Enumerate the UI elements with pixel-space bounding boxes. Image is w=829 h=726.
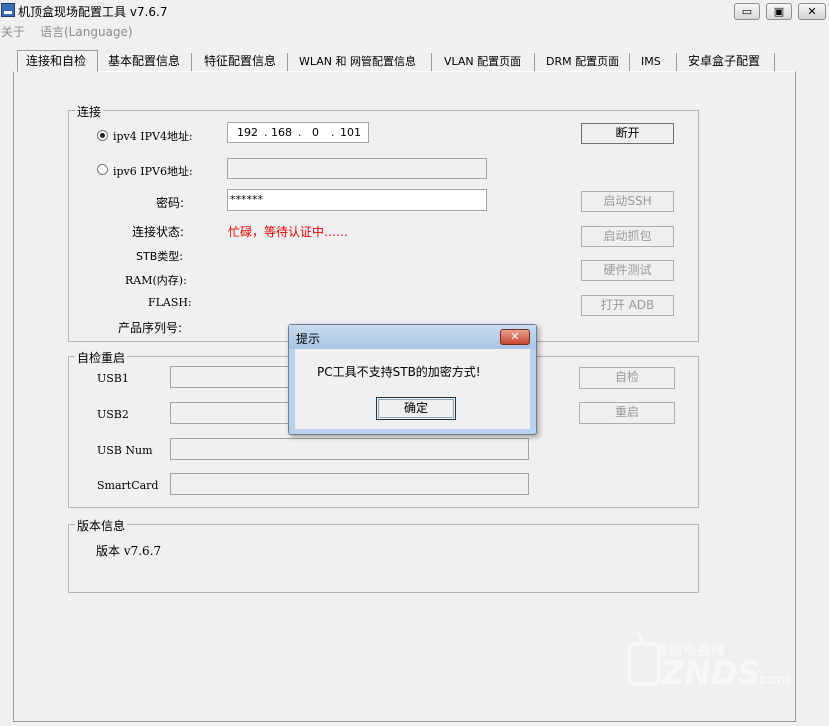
selftest-button[interactable]: 自检 xyxy=(579,367,675,389)
ipv4-octet-1: 192 xyxy=(237,126,258,139)
start-ssh-button[interactable]: 启动SSH xyxy=(581,191,674,212)
dialog-message: PC工具不支持STB的加密方式! xyxy=(317,365,481,379)
hardware-test-button[interactable]: 硬件测试 xyxy=(581,260,674,281)
tab-ims[interactable]: IMS xyxy=(633,53,677,71)
start-capture-button[interactable]: 启动抓包 xyxy=(581,226,674,247)
ram-label: RAM(内存): xyxy=(125,274,187,287)
usb-num-field xyxy=(170,438,529,460)
ipv6-label: ipv6 IPV6地址: xyxy=(113,165,193,178)
window-title: 机顶盒现场配置工具 v7.6.7 xyxy=(18,5,168,19)
connection-group-title: 连接 xyxy=(75,103,104,120)
title-bar: 机顶盒现场配置工具 v7.6.7 ▭ ▣ ✕ xyxy=(0,0,829,22)
ipv4-label: ipv4 IPV4地址: xyxy=(113,130,193,143)
restart-button[interactable]: 重启 xyxy=(579,402,675,424)
close-button[interactable]: ✕ xyxy=(798,3,826,20)
ipv4-dot: . xyxy=(331,126,335,139)
connection-status-text: 忙碌，等待认证中…… xyxy=(228,225,349,239)
ipv4-octet-2: 168 xyxy=(271,126,292,139)
flash-label: FLASH: xyxy=(148,296,192,309)
disconnect-button[interactable]: 断开 xyxy=(581,123,674,144)
watermark-domain-text: .com xyxy=(753,672,791,688)
serial-label: 产品序列号: xyxy=(118,321,183,335)
dialog-title-bar: 提示 ✕ xyxy=(289,325,536,349)
password-input[interactable]: ****** xyxy=(227,189,487,211)
tv-icon xyxy=(627,631,661,686)
tab-wlan-config[interactable]: WLAN 和 网管配置信息 xyxy=(291,53,432,71)
minimize-button[interactable]: ▭ xyxy=(734,3,760,20)
ipv4-octet-3: 0 xyxy=(312,126,319,139)
ipv4-dot: . xyxy=(264,126,268,139)
menu-about[interactable]: 关于 xyxy=(1,23,25,40)
version-group-title: 版本信息 xyxy=(75,517,128,534)
tab-connect-selftest[interactable]: 连接和自检 xyxy=(17,50,98,72)
open-adb-button[interactable]: 打开 ADB xyxy=(581,295,674,316)
message-dialog: 提示 ✕ PC工具不支持STB的加密方式! 确定 xyxy=(288,324,537,435)
ipv6-address-input[interactable] xyxy=(227,158,487,179)
dialog-ok-button[interactable]: 确定 xyxy=(376,397,456,420)
smartcard-field xyxy=(170,473,529,495)
password-label: 密码: xyxy=(156,196,185,210)
version-group xyxy=(68,524,699,593)
tab-drm-config[interactable]: DRM 配置页面 xyxy=(538,53,630,71)
tab-vlan-config[interactable]: VLAN 配置页面 xyxy=(436,53,535,71)
ipv4-octet-4: 101 xyxy=(340,126,361,139)
status-label: 连接状态: xyxy=(132,225,185,239)
version-text: 版本 v7.6.7 xyxy=(96,544,162,558)
app-icon xyxy=(1,3,15,17)
dialog-title: 提示 xyxy=(296,332,321,346)
ipv4-radio[interactable] xyxy=(97,130,108,141)
smartcard-label: SmartCard xyxy=(97,479,159,492)
ipv4-dot: . xyxy=(298,126,302,139)
maximize-button[interactable]: ▣ xyxy=(766,3,792,20)
watermark-logo-text: ZNDS xyxy=(661,654,761,692)
stb-type-label: STB类型: xyxy=(136,250,183,263)
ipv6-radio[interactable] xyxy=(97,164,108,175)
tab-basic-config[interactable]: 基本配置信息 xyxy=(100,53,192,71)
menu-language[interactable]: 语言(Language) xyxy=(40,23,133,40)
ipv4-address-input[interactable]: 192 . 168 . 0 . 101 xyxy=(227,122,369,143)
tab-android-box[interactable]: 安卓盒子配置 xyxy=(680,53,775,71)
znds-watermark: 智能电视网 ZNDS .com xyxy=(625,628,825,698)
usb2-label: USB2 xyxy=(97,408,129,421)
dialog-close-button[interactable]: ✕ xyxy=(500,329,530,345)
tab-feature-config[interactable]: 特征配置信息 xyxy=(196,53,288,71)
selftest-group-title: 自检重启 xyxy=(75,349,128,366)
dialog-body: PC工具不支持STB的加密方式! 确定 xyxy=(295,349,530,429)
usb-num-label: USB Num xyxy=(97,444,153,457)
usb1-label: USB1 xyxy=(97,372,129,385)
